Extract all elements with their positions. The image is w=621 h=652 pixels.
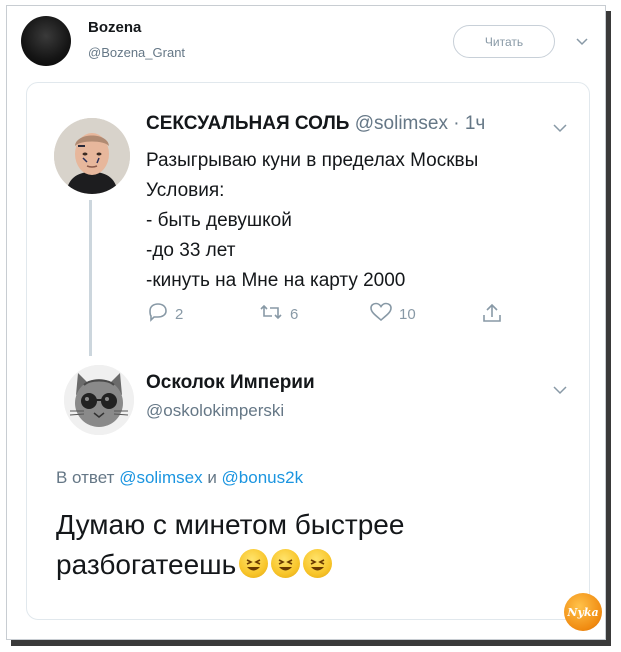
quoted-author-handle[interactable]: @solimsex · 1ч [355,113,486,134]
quoted-author-name[interactable]: СЕКСУАЛЬНАЯ СОЛЬ @solimsex · 1ч [146,113,485,135]
reply-action[interactable]: 2 [147,302,183,326]
chevron-down-icon[interactable] [576,33,588,49]
quoted-chevron-down-icon[interactable] [553,120,567,136]
heart-icon [369,302,393,326]
reply-to-user-link-2[interactable]: @bonus2k [222,468,304,487]
reply-count: 2 [175,305,184,323]
quoted-author-display-name[interactable]: СЕКСУАЛЬНАЯ СОЛЬ [146,113,349,134]
laughing-emoji-icon [271,549,301,578]
thread-line [89,200,92,356]
laughing-emoji-icon [239,549,269,578]
reply-to-user-link[interactable]: @solimsex [119,468,202,487]
quoted-tweet-text: Разыгрываю куни в пределах Москвы Услови… [146,150,479,291]
reply-author-avatar[interactable] [64,365,134,435]
quoted-author-avatar[interactable] [54,118,130,194]
watermark-text: Nyka [567,605,599,619]
laughing-emoji-icon [303,549,333,578]
author-avatar[interactable] [21,16,71,66]
retweet-action[interactable]: 6 [258,302,298,326]
like-action[interactable]: 10 [369,302,416,326]
reply-to-and: и [207,468,217,487]
reply-to-prefix: В ответ [56,468,115,487]
like-count: 10 [399,305,416,323]
site-watermark-logo: Nyka [564,593,602,631]
retweet-icon [258,302,284,326]
reply-icon [147,302,169,326]
reply-context: В ответ @solimsex и @bonus2k [56,468,303,488]
share-icon [481,302,503,328]
follow-button[interactable]: Читать [453,25,555,58]
reply-author-name[interactable]: Осколок Империи [146,372,315,394]
retweet-count: 6 [290,305,299,323]
reply-tweet-text: Думаю с минетом быстрее разбогатеешь [56,505,404,585]
author-name[interactable]: Bozena [88,19,141,36]
reply-text-line-1: Думаю с минетом быстрее [56,509,405,540]
reply-chevron-down-icon[interactable] [553,382,567,398]
reply-text-line-2: разбогатеешь [56,549,237,580]
author-handle[interactable]: @Bozena_Grant [88,45,185,60]
share-action[interactable] [481,302,503,328]
reply-author-handle[interactable]: @oskolokimperski [146,401,284,421]
